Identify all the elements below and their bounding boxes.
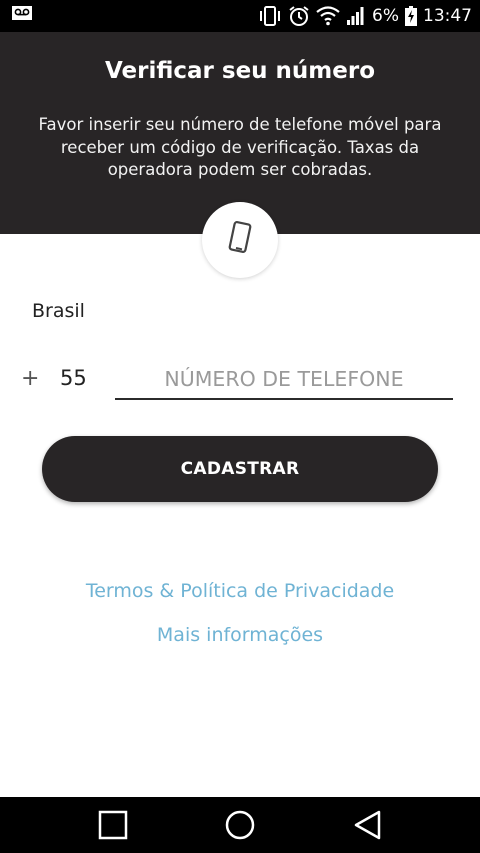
signal-icon [346,6,366,26]
circle-home-icon[interactable] [212,805,268,845]
vibrate-icon [258,6,282,26]
navigation-bar [0,797,480,853]
triangle-back-icon[interactable] [340,805,396,845]
register-button[interactable]: CADASTRAR [42,436,438,502]
status-icons: 6% 13:47 [258,0,472,32]
country-selector[interactable]: Brasil [32,300,85,322]
page-description: Favor inserir seu número de telefone móv… [38,115,442,179]
battery-percent: 6% [372,6,399,26]
wifi-icon [316,6,340,26]
plus-sign: + [21,366,40,391]
country-code-field[interactable]: 55 [60,366,87,390]
more-info-link[interactable]: Mais informações [0,624,480,646]
square-recents-icon[interactable] [85,805,141,845]
terms-privacy-link[interactable]: Termos & Política de Privacidade [0,580,480,602]
phone-badge [202,202,278,278]
voicemail-icon [12,6,32,20]
phone-number-input[interactable] [115,360,453,400]
page-title: Verificar seu número [104,58,376,84]
status-bar: 6% 13:47 [0,0,480,32]
mobile-phone-icon [227,220,253,260]
alarm-icon [288,5,310,27]
battery-charging-icon [405,6,417,26]
clock: 13:47 [423,6,472,26]
